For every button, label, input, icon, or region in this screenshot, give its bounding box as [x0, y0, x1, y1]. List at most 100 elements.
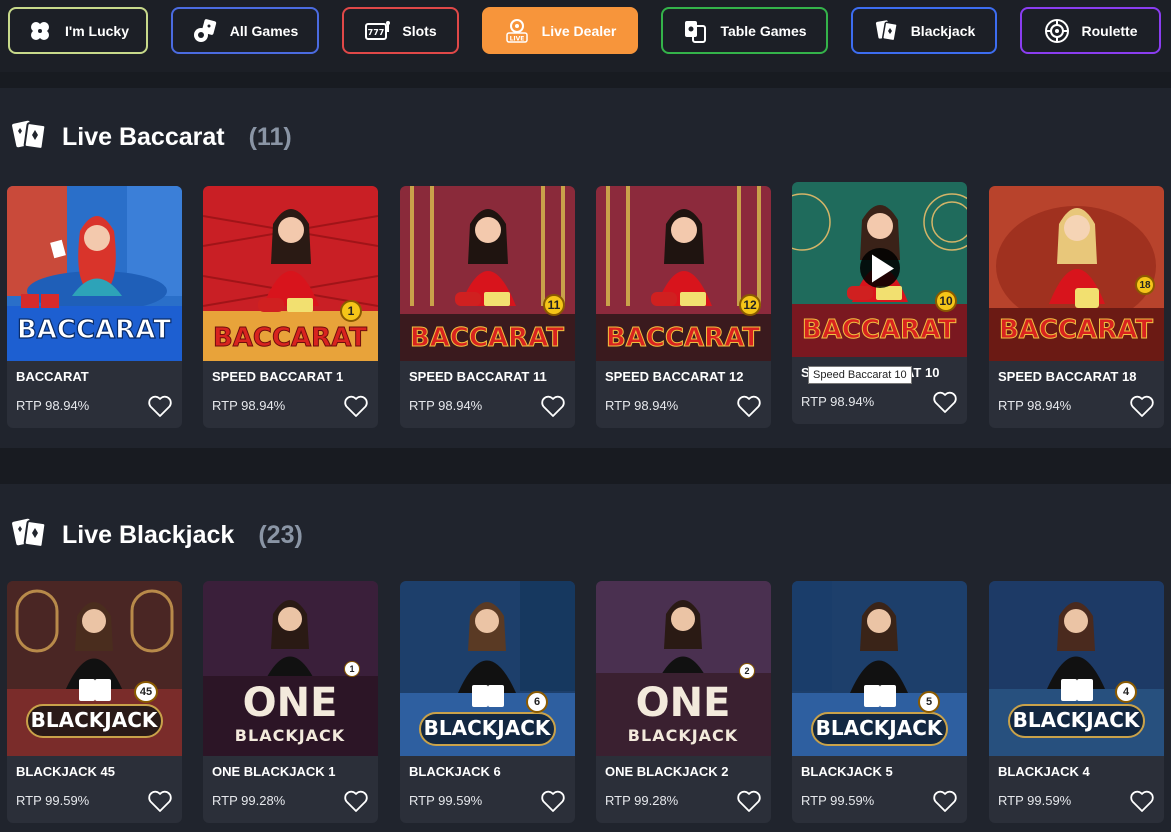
- game-rtp: RTP 99.28%: [212, 793, 286, 808]
- game-card[interactable]: BACCARAT 11 SPEED BACCARAT 11 RTP 98.94%: [400, 186, 575, 428]
- game-logo: BLACKJACK: [31, 708, 159, 732]
- game-thumbnail: BACCARAT 10: [792, 182, 967, 357]
- game-number-badge: 12: [739, 294, 761, 316]
- game-thumbnail: BLACKJACK 4: [989, 581, 1164, 756]
- game-rtp: RTP 98.94%: [605, 398, 679, 413]
- favorite-heart-icon[interactable]: [1129, 394, 1155, 418]
- game-number-badge: 2: [739, 663, 755, 679]
- category-label: All Games: [229, 22, 299, 39]
- game-thumbnail: BACCARAT: [7, 186, 182, 361]
- slot-machine-icon: 777: [364, 18, 391, 44]
- category-live-dealer[interactable]: LIVE Live Dealer: [482, 7, 638, 54]
- category-blackjack[interactable]: Blackjack: [851, 7, 997, 54]
- game-card[interactable]: ONE BLACKJACK 2 ONE BLACKJACK 2 RTP 99.2…: [596, 581, 771, 823]
- game-logo: BACCARAT: [213, 323, 367, 353]
- category-im-lucky[interactable]: I'm Lucky: [8, 7, 148, 54]
- favorite-heart-icon[interactable]: [932, 789, 958, 813]
- game-number-badge: 18: [1135, 275, 1155, 295]
- game-tooltip: Speed Baccarat 10: [808, 366, 912, 384]
- game-number-badge: 1: [340, 300, 362, 322]
- game-logo: ONE: [636, 680, 731, 726]
- favorite-heart-icon[interactable]: [343, 394, 369, 418]
- dice-cards-icon: [192, 18, 218, 44]
- category-roulette[interactable]: Roulette: [1020, 7, 1161, 54]
- favorite-heart-icon[interactable]: [147, 789, 173, 813]
- game-number-badge: 10: [935, 290, 957, 312]
- game-card[interactable]: BACCARAT 10 SPEED BACCARAT 10 Speed Bacc…: [792, 182, 967, 424]
- game-thumbnail: BLACKJACK 45: [7, 581, 182, 756]
- category-label: Live Dealer: [541, 22, 617, 39]
- category-label: Blackjack: [910, 22, 976, 39]
- divider: [0, 72, 1171, 88]
- svg-text:777: 777: [368, 28, 385, 37]
- play-icon[interactable]: [860, 248, 900, 288]
- game-number-badge: 45: [134, 681, 158, 703]
- game-title: BLACKJACK 6: [409, 764, 501, 779]
- cards-icon: [12, 116, 48, 159]
- game-card[interactable]: BACCARAT 18 SPEED BACCARAT 18 RTP 98.94%: [989, 186, 1164, 428]
- category-all-games[interactable]: All Games: [171, 7, 319, 54]
- section-title: Live Baccarat: [62, 123, 225, 151]
- game-rtp: RTP 98.94%: [16, 398, 90, 413]
- favorite-heart-icon[interactable]: [1129, 789, 1155, 813]
- game-logo: BLACKJACK: [424, 716, 552, 740]
- favorite-heart-icon[interactable]: [736, 789, 762, 813]
- svg-text:BLACKJACK: BLACKJACK: [235, 726, 345, 745]
- game-thumbnail: BACCARAT 1: [203, 186, 378, 361]
- game-rtp: RTP 99.59%: [16, 793, 90, 808]
- favorite-heart-icon[interactable]: [736, 394, 762, 418]
- section-header: Live Blackjack (23): [12, 514, 303, 557]
- game-number-badge: 5: [918, 691, 940, 713]
- game-card[interactable]: BLACKJACK 4 BLACKJACK 4 RTP 99.59%: [989, 581, 1164, 823]
- section-title: Live Blackjack: [62, 521, 235, 549]
- section-count: (23): [258, 521, 303, 549]
- category-label: Slots: [402, 22, 437, 39]
- favorite-heart-icon[interactable]: [540, 789, 566, 813]
- svg-text:LIVE: LIVE: [509, 35, 524, 42]
- game-title: SPEED BACCARAT 18: [998, 369, 1137, 384]
- game-logo: BLACKJACK: [1013, 708, 1141, 732]
- game-title: BLACKJACK 5: [801, 764, 893, 779]
- game-rtp: RTP 98.94%: [801, 394, 875, 409]
- game-title: ONE BLACKJACK 1: [212, 764, 336, 779]
- category-label: Roulette: [1081, 22, 1138, 39]
- game-card[interactable]: BLACKJACK 45 BLACKJACK 45 RTP 99.59%: [7, 581, 182, 823]
- game-rtp: RTP 99.59%: [801, 793, 875, 808]
- game-card[interactable]: BLACKJACK 5 BLACKJACK 5 RTP 99.59%: [792, 581, 967, 823]
- game-number-badge: 4: [1115, 681, 1137, 703]
- game-title: BACCARAT: [16, 369, 89, 384]
- game-card[interactable]: BACCARAT BACCARAT RTP 98.94%: [7, 186, 182, 428]
- game-title: ONE BLACKJACK 2: [605, 764, 729, 779]
- favorite-heart-icon[interactable]: [540, 394, 566, 418]
- roulette-icon: [1044, 18, 1070, 44]
- game-thumbnail: ONE BLACKJACK 2: [596, 581, 771, 756]
- game-title: SPEED BACCARAT 12: [605, 369, 744, 384]
- live-icon: LIVE: [504, 18, 530, 44]
- game-thumbnail: BACCARAT 18: [989, 186, 1164, 361]
- game-title: BLACKJACK 45: [16, 764, 115, 779]
- game-thumbnail: BACCARAT 11: [400, 186, 575, 361]
- favorite-heart-icon[interactable]: [147, 394, 173, 418]
- game-logo: BACCARAT: [410, 323, 564, 353]
- game-card[interactable]: BACCARAT 1 SPEED BACCARAT 1 RTP 98.94%: [203, 186, 378, 428]
- game-card[interactable]: ONE BLACKJACK 1 ONE BLACKJACK 1 RTP 99.2…: [203, 581, 378, 823]
- game-logo: BACCARAT: [17, 315, 171, 345]
- table-games-icon: [682, 18, 708, 44]
- game-card[interactable]: BLACKJACK 6 BLACKJACK 6 RTP 99.59%: [400, 581, 575, 823]
- category-label: I'm Lucky: [64, 22, 130, 39]
- game-rtp: RTP 99.28%: [605, 793, 679, 808]
- game-logo: BACCARAT: [606, 323, 760, 353]
- section-header: Live Baccarat (11): [12, 116, 292, 159]
- category-table-games[interactable]: Table Games: [661, 7, 828, 54]
- game-thumbnail: BLACKJACK 5: [792, 581, 967, 756]
- game-rtp: RTP 98.94%: [212, 398, 286, 413]
- favorite-heart-icon[interactable]: [343, 789, 369, 813]
- favorite-heart-icon[interactable]: [932, 390, 958, 414]
- game-thumbnail: BACCARAT 12: [596, 186, 771, 361]
- game-card[interactable]: BACCARAT 12 SPEED BACCARAT 12 RTP 98.94%: [596, 186, 771, 428]
- section-count: (11): [248, 123, 292, 151]
- game-rtp: RTP 98.94%: [998, 398, 1072, 413]
- category-slots[interactable]: 777 Slots: [342, 7, 459, 54]
- game-rtp: RTP 99.59%: [998, 793, 1072, 808]
- game-rtp: RTP 99.59%: [409, 793, 483, 808]
